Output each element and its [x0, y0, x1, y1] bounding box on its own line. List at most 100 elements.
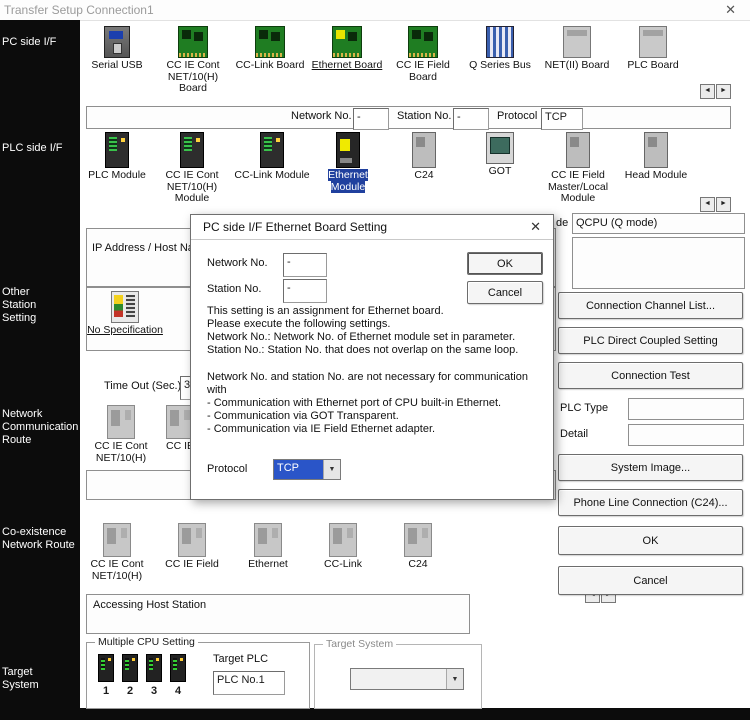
target-system-dropdown[interactable]: ▼: [350, 668, 464, 690]
plc-if-item-plc-module[interactable]: PLC Module: [79, 132, 155, 182]
target-plc-field[interactable]: PLC No.1: [213, 671, 285, 695]
dropdown-arrow-icon: ▼: [323, 460, 340, 479]
pc-if-item-ethernet-board[interactable]: Ethernet Board: [309, 26, 385, 72]
plc-if-label: CC IE Field Master/Local Module: [540, 170, 616, 205]
transfer-ok-button[interactable]: OK: [558, 526, 743, 555]
pc-if-item-cclink-board[interactable]: CC-Link Board: [232, 26, 308, 72]
ccie-field-master-icon: [566, 132, 590, 168]
window-close-icon[interactable]: ✕: [725, 2, 736, 18]
station-no-label: Station No.: [397, 110, 451, 122]
pc-if-item-serial-usb[interactable]: Serial USB: [79, 26, 155, 72]
cpu-3[interactable]: [146, 654, 162, 682]
dialog-cancel-button[interactable]: Cancel: [467, 281, 543, 304]
sidebar-item-other-station: Other Station Setting: [2, 286, 64, 325]
scroll-right-icon[interactable]: ►: [716, 84, 731, 99]
q-series-bus-icon: [486, 26, 514, 58]
pc-if-label: CC-Link Board: [232, 60, 308, 72]
network-no-label: Network No.: [291, 110, 352, 122]
cpu-mode-panel: [572, 237, 745, 289]
cpu-3-icon: [146, 654, 162, 682]
dialog-station-no-field[interactable]: -: [283, 279, 327, 303]
coexist-item-cclink[interactable]: CC-Link: [305, 523, 381, 571]
other-station-no-specification[interactable]: No Specification: [87, 291, 163, 337]
pc-if-scroll: ◄ ►: [700, 84, 731, 99]
bottom-strip: [0, 708, 750, 720]
plc-if-item-ethernet-module[interactable]: Ethernet Module: [310, 132, 386, 193]
connection-test-button[interactable]: Connection Test: [558, 362, 743, 389]
coexist-item-ccie-cont[interactable]: CC IE Cont NET/10(H): [79, 523, 155, 582]
plc-if-item-ccie-field-master[interactable]: CC IE Field Master/Local Module: [540, 132, 616, 205]
coexist-label: CC IE Field: [154, 559, 230, 571]
pc-if-item-ccie-cont-board[interactable]: CC IE Cont NET/10(H) Board: [155, 26, 231, 95]
coexist-ethernet-icon: [254, 523, 282, 557]
pc-if-item-q-series-bus[interactable]: Q Series Bus: [462, 26, 538, 72]
sidebar-item-pc-side: PC side I/F: [2, 36, 80, 49]
pc-if-item-ccie-field-board[interactable]: CC IE Field Board: [385, 26, 461, 83]
dropdown-arrow-icon: ▼: [446, 669, 463, 689]
dialog-info-line: This setting is an assignment for Ethern…: [207, 305, 444, 318]
sidebar-item-network-route: Network Communication Route: [2, 408, 80, 447]
station-no-field[interactable]: -: [453, 108, 489, 130]
dialog-ok-button[interactable]: OK: [467, 252, 543, 275]
connection-channel-list-button[interactable]: Connection Channel List...: [558, 292, 743, 319]
coexist-label: CC-Link: [305, 559, 381, 571]
plc-if-label: GOT: [462, 166, 538, 178]
plc-direct-coupled-button[interactable]: PLC Direct Coupled Setting: [558, 327, 743, 354]
plc-if-item-c24[interactable]: C24: [386, 132, 462, 182]
dialog-info-line: Please execute the following settings.: [207, 318, 390, 331]
dialog-network-no-field[interactable]: -: [283, 253, 327, 277]
target-plc-label: Target PLC: [213, 653, 268, 665]
plc-if-item-cclink-module[interactable]: CC-Link Module: [234, 132, 310, 182]
coexist-item-c24[interactable]: C24: [380, 523, 456, 571]
dialog-close-icon[interactable]: ✕: [530, 219, 541, 235]
cpu-1[interactable]: [98, 654, 114, 682]
cpu-mode-value: QCPU (Q mode): [576, 217, 657, 229]
pc-if-settings-row: Network No. - Station No. - Protocol TCP: [86, 106, 731, 129]
coexist-item-ethernet[interactable]: Ethernet: [230, 523, 306, 571]
no-specification-label: No Specification: [87, 325, 163, 337]
plc-board-icon: [639, 26, 667, 58]
cpu-4[interactable]: [170, 654, 186, 682]
coexist-ccie-cont-icon: [103, 523, 131, 557]
coexist-item-ccie-field[interactable]: CC IE Field: [154, 523, 230, 571]
no-specification-icon: [111, 291, 139, 323]
cpu-2[interactable]: [122, 654, 138, 682]
pc-if-label-selected: Ethernet Board: [309, 60, 385, 72]
ccie-field-board-icon: [408, 26, 438, 58]
scroll-left-icon[interactable]: ◄: [700, 84, 715, 99]
plc-if-label: CC IE Cont NET/10(H) Module: [154, 170, 230, 205]
plc-if-item-head-module[interactable]: Head Module: [618, 132, 694, 182]
cpu-4-number: 4: [169, 685, 187, 697]
plc-if-item-got[interactable]: GOT: [462, 132, 538, 178]
dialog-station-no-label: Station No.: [207, 283, 261, 295]
ethernet-board-icon: [332, 26, 362, 58]
sidebar-item-target-system: Target System: [2, 666, 52, 692]
coexist-ccie-field-icon: [178, 523, 206, 557]
phone-line-connection-button[interactable]: Phone Line Connection (C24)...: [558, 489, 743, 516]
coexist-label: Ethernet: [230, 559, 306, 571]
dialog-protocol-dropdown[interactable]: TCP ▼: [273, 459, 341, 480]
scroll-right-icon[interactable]: ►: [716, 197, 731, 212]
scroll-left-icon[interactable]: ◄: [700, 197, 715, 212]
plc-type-field: [628, 398, 744, 420]
plc-if-item-ccie-cont-module[interactable]: CC IE Cont NET/10(H) Module: [154, 132, 230, 205]
ccie-cont-route-icon: [107, 405, 135, 439]
network-no-field[interactable]: -: [353, 108, 389, 130]
coexist-cclink-icon: [329, 523, 357, 557]
protocol-field[interactable]: TCP: [541, 108, 583, 130]
cclink-module-icon: [260, 132, 284, 168]
ip-host-label: IP Address / Host Na: [92, 242, 194, 254]
plc-type-label: PLC Type: [560, 402, 608, 414]
pc-if-label: PLC Board: [615, 60, 691, 72]
dialog-info-line: Network No. and station No. are not nece…: [207, 371, 528, 384]
transfer-cancel-button[interactable]: Cancel: [558, 566, 743, 595]
system-image-button[interactable]: System Image...: [558, 454, 743, 481]
target-system-value: [351, 669, 446, 689]
title-bar: Transfer Setup Connection1 ✕: [0, 0, 750, 21]
pc-if-item-net2-board[interactable]: NET(II) Board: [539, 26, 615, 72]
cpu-4-icon: [170, 654, 186, 682]
got-icon: [486, 132, 514, 164]
transfer-setup-window: Transfer Setup Connection1 ✕ PC side I/F…: [0, 0, 750, 720]
timeout-label: Time Out (Sec.): [104, 380, 181, 392]
pc-if-item-plc-board[interactable]: PLC Board: [615, 26, 691, 72]
